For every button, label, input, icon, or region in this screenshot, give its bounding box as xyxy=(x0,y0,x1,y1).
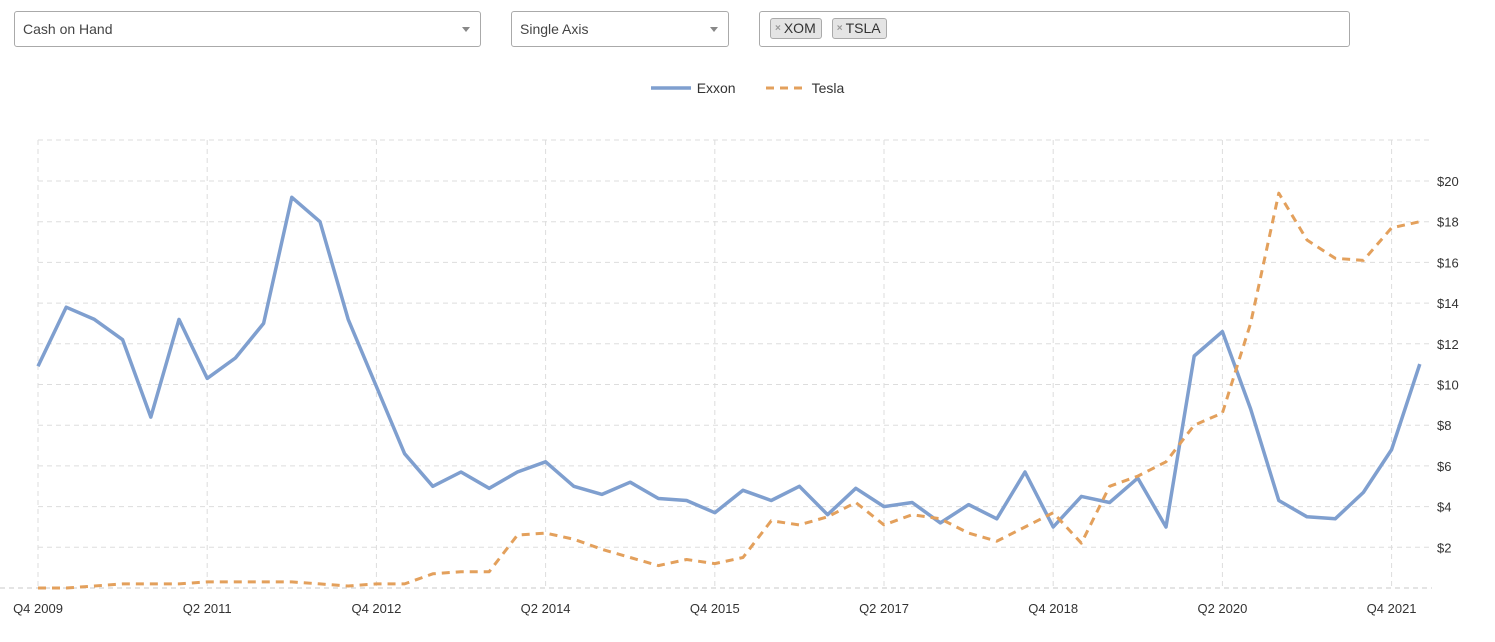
x-tick-label: Q4 2021 xyxy=(1367,601,1417,616)
y-tick-label: $18 xyxy=(1437,215,1459,230)
series-line-tesla[interactable] xyxy=(38,191,1421,590)
series-line-exxon[interactable] xyxy=(36,195,1422,529)
x-tick-label: Q2 2017 xyxy=(859,601,909,616)
x-tick-label: Q2 2020 xyxy=(1197,601,1247,616)
x-tick-label: Q4 2018 xyxy=(1028,601,1078,616)
y-tick-label: $2 xyxy=(1437,540,1451,555)
line-chart: $2 $4 $6 $8 $10 $12 $14 $16 $18 $20 Q4 2009 Q2 2011… xyxy=(0,139,1459,616)
x-tick-label: Q2 2014 xyxy=(521,601,571,616)
y-tick-label: $4 xyxy=(1437,500,1451,515)
x-tick-label: Q4 2009 xyxy=(13,601,63,616)
x-tick-label: Q2 2011 xyxy=(183,601,232,616)
y-tick-label: $8 xyxy=(1437,418,1451,433)
y-tick-label: $14 xyxy=(1437,296,1459,311)
y-tick-label: $6 xyxy=(1437,459,1451,474)
y-tick-label: $10 xyxy=(1437,378,1459,393)
y-tick-label: $20 xyxy=(1437,174,1459,189)
x-tick-label: Q4 2015 xyxy=(690,601,740,616)
y-tick-label: $16 xyxy=(1437,255,1459,270)
y-tick-label: $12 xyxy=(1437,337,1459,352)
x-tick-label: Q4 2012 xyxy=(351,601,401,616)
